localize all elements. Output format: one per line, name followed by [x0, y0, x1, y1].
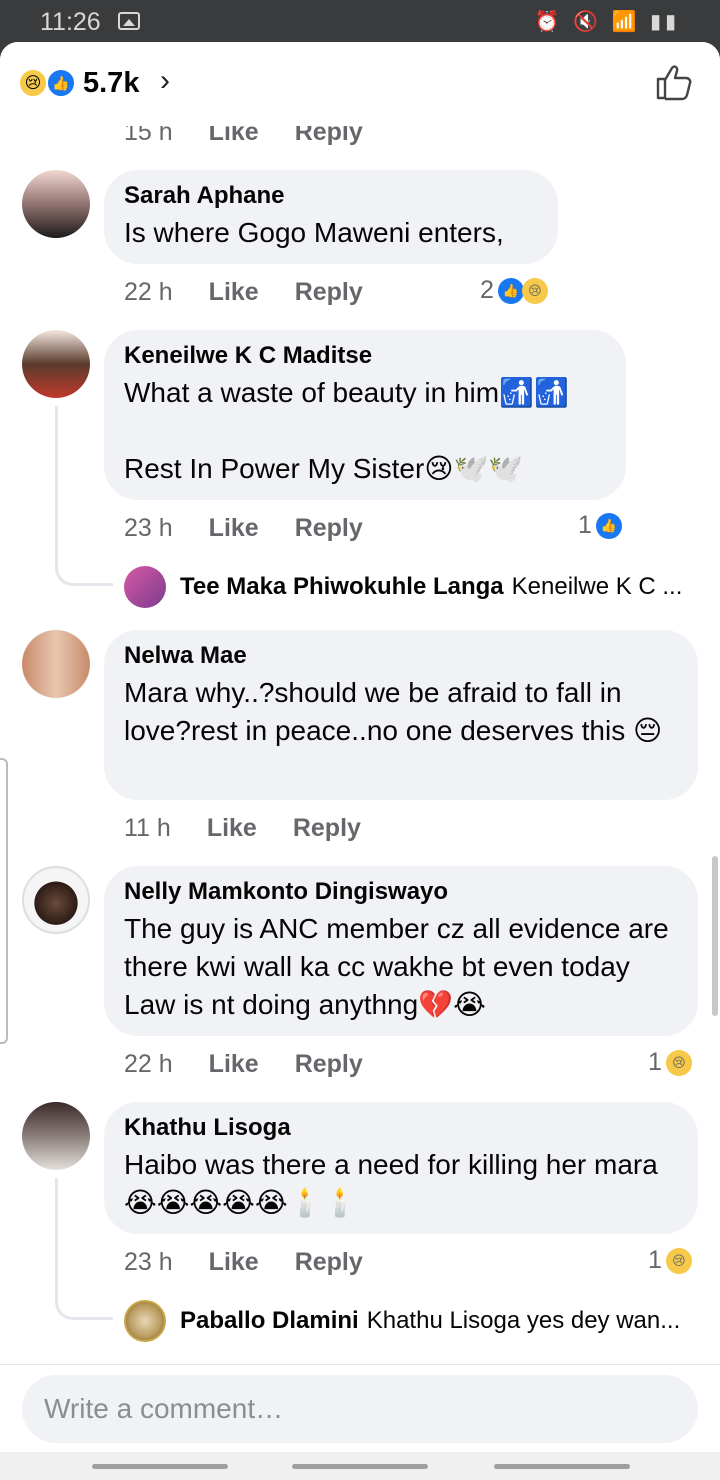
reaction-count: 1 [578, 511, 592, 539]
reactions-header[interactable]: 😢 👍 5.7k › [0, 42, 720, 126]
comment-input[interactable]: Write a comment… [22, 1375, 698, 1443]
reply-button[interactable]: Reply [293, 814, 361, 843]
reply-text: Khathu Lisoga yes dey wan... [366, 1307, 681, 1334]
status-icons: ⏰ 🔇 📶 ▮▮ [534, 11, 680, 33]
reply-preview[interactable]: Tee Maka Phiwokuhle Langa Keneilwe K C .… [124, 566, 704, 608]
comment-actions: 23 h Like Reply [124, 514, 399, 543]
status-time: 11:26 [40, 8, 101, 36]
comment-author[interactable]: Sarah Aphane [124, 182, 538, 210]
thread-line [55, 1178, 113, 1320]
avatar[interactable] [22, 866, 90, 934]
reaction-count: 1 [648, 1048, 662, 1076]
avatar[interactable] [22, 630, 90, 698]
sad-reaction-icon: 😢 [665, 1049, 692, 1076]
comment-text: Mara why..?should we be afraid to fall i… [124, 677, 663, 746]
comment-bubble[interactable]: Nelwa Mae Mara why..?should we be afraid… [104, 630, 698, 800]
like-button[interactable]: Like [209, 278, 259, 307]
reaction-count: 1 [648, 1246, 662, 1274]
comment-text: Haibo was there a need for killing her m… [124, 1149, 658, 1218]
nav-recents-button[interactable] [92, 1464, 228, 1469]
comment-time: 22 h [124, 278, 173, 306]
chevron-right-icon[interactable]: › [160, 64, 170, 98]
comment-actions: 23 h Like Reply [124, 1248, 399, 1277]
comment-bubble[interactable]: Khathu Lisoga Haibo was there a need for… [104, 1102, 698, 1234]
like-button[interactable]: Like [209, 514, 259, 543]
comment-bubble[interactable]: Keneilwe K C Maditse What a waste of bea… [104, 330, 626, 500]
comments-sheet: 😢 👍 5.7k › 15 h Like Reply Sarah Aphane … [0, 42, 720, 1480]
comment-time: 11 h [124, 814, 171, 842]
reaction-count: 2 [480, 276, 494, 304]
image-notification-icon [118, 12, 140, 30]
like-post-icon[interactable] [654, 62, 694, 102]
comment-text: The guy is ANC member cz all evidence ar… [124, 913, 669, 1020]
comment-author[interactable]: Khathu Lisoga [124, 1114, 678, 1142]
reply-text: Keneilwe K C ... [511, 573, 683, 600]
like-reaction-icon: 👍 [497, 277, 524, 304]
comment-author[interactable]: Nelly Mamkonto Dingiswayo [124, 878, 678, 906]
avatar[interactable] [22, 170, 90, 238]
reply-author[interactable]: Paballo Dlamini [180, 1307, 359, 1335]
comment-bubble[interactable]: Nelly Mamkonto Dingiswayo The guy is ANC… [104, 866, 698, 1036]
sad-reaction-icon: 😢 [665, 1247, 692, 1274]
comment-time: 22 h [124, 1050, 173, 1078]
thread-line [55, 406, 113, 586]
avatar [124, 566, 166, 608]
comment-time: 23 h [124, 1248, 173, 1276]
reply-button[interactable]: Reply [295, 514, 363, 543]
reaction-count[interactable]: 5.7k [83, 67, 139, 100]
comment-reactions[interactable]: 2 👍 😢 [480, 276, 548, 305]
sad-reaction-icon: 😢 [18, 68, 48, 98]
comment-author[interactable]: Keneilwe K C Maditse [124, 342, 606, 370]
system-nav-bar [0, 1452, 720, 1480]
avatar[interactable] [22, 330, 90, 398]
comment-author[interactable]: Nelwa Mae [124, 642, 678, 670]
like-button[interactable]: Like [207, 814, 257, 843]
comment-actions: 22 h Like Reply [124, 278, 399, 307]
comment-reactions[interactable]: 1 😢 [648, 1048, 692, 1077]
scroll-edge-indicator [0, 758, 8, 1044]
sad-reaction-icon: 😢 [521, 277, 548, 304]
status-bar: 11:26 ⏰ 🔇 📶 ▮▮ [0, 0, 720, 44]
avatar[interactable] [22, 1102, 90, 1170]
comment-reactions[interactable]: 1 😢 [648, 1246, 692, 1275]
like-reaction-icon: 👍 [46, 68, 76, 98]
comment-bubble[interactable]: Sarah Aphane Is where Gogo Maweni enters… [104, 170, 558, 264]
scrollbar[interactable] [712, 856, 718, 1016]
nav-back-button[interactable] [494, 1464, 630, 1469]
like-button[interactable]: Like [209, 1050, 259, 1079]
comment-reactions[interactable]: 1 👍 [578, 511, 622, 540]
reply-button[interactable]: Reply [295, 1248, 363, 1277]
reply-button[interactable]: Reply [295, 1050, 363, 1079]
reply-button[interactable]: Reply [295, 278, 363, 307]
comment-text: What a waste of beauty in him🚮🚮 Rest In … [124, 377, 569, 484]
reply-author[interactable]: Tee Maka Phiwokuhle Langa [180, 573, 504, 601]
comment-actions: 11 h Like Reply [124, 814, 397, 843]
comment-time: 23 h [124, 514, 173, 542]
like-button[interactable]: Like [209, 1248, 259, 1277]
like-reaction-icon: 👍 [595, 512, 622, 539]
comment-actions: 22 h Like Reply [124, 1050, 399, 1079]
comment-text: Is where Gogo Maweni enters, [124, 217, 504, 248]
avatar [124, 1300, 166, 1342]
reply-preview[interactable]: Paballo Dlamini Khathu Lisoga yes dey wa… [124, 1300, 704, 1342]
nav-home-button[interactable] [292, 1464, 428, 1469]
